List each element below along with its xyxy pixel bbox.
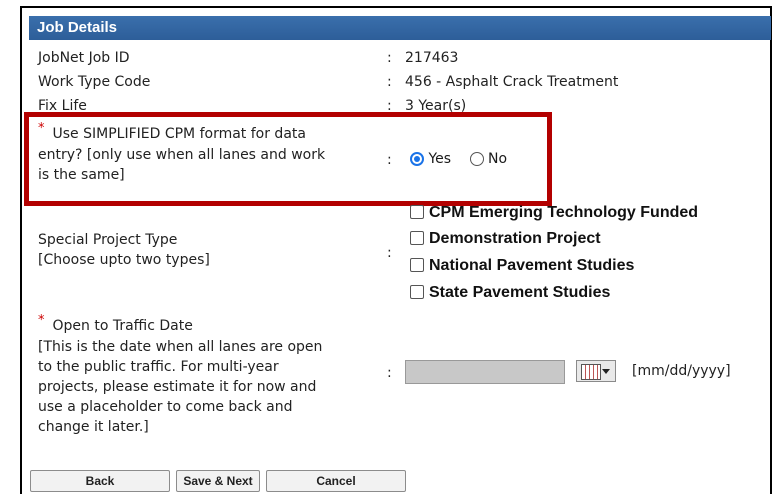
chevron-down-icon: [602, 369, 610, 374]
back-button[interactable]: Back: [30, 470, 170, 492]
special-project-label: Special Project Type [Choose upto two ty…: [38, 230, 210, 270]
special-project-option[interactable]: State Pavement Studies: [410, 283, 610, 303]
open-traffic-date-input[interactable]: [405, 360, 565, 384]
job-id-label: JobNet Job ID: [38, 50, 130, 66]
open-traffic-label-line: Open to Traffic Date: [52, 318, 193, 334]
job-id-value: 217463: [405, 50, 459, 66]
work-type-label: Work Type Code: [38, 74, 151, 90]
highlight-box: [24, 112, 552, 206]
open-traffic-label-line: use a placeholder to come back and: [38, 399, 293, 415]
section-header: Job Details: [29, 16, 771, 40]
save-next-button[interactable]: Save & Next: [176, 470, 260, 492]
date-format-hint: [mm/dd/yyyy]: [632, 363, 731, 379]
checkbox-label[interactable]: Demonstration Project: [429, 230, 601, 247]
open-traffic-label-line: [This is the date when all lanes are ope…: [38, 339, 323, 355]
checkbox[interactable]: [410, 205, 424, 219]
checkbox-label[interactable]: State Pavement Studies: [429, 284, 610, 301]
colon: :: [387, 365, 392, 381]
cancel-button[interactable]: Cancel: [266, 470, 406, 492]
special-project-option[interactable]: CPM Emerging Technology Funded: [410, 203, 698, 223]
colon: :: [387, 74, 392, 90]
open-traffic-label-line: to the public traffic. For multi-year: [38, 359, 279, 375]
special-project-option[interactable]: Demonstration Project: [410, 229, 601, 249]
work-type-value: 456 - Asphalt Crack Treatment: [405, 74, 619, 90]
open-traffic-label: * Open to Traffic Date [This is the date …: [38, 313, 323, 437]
required-marker: *: [38, 313, 45, 328]
colon: :: [387, 50, 392, 66]
calendar-picker-button[interactable]: [576, 360, 616, 382]
checkbox[interactable]: [410, 231, 424, 245]
checkbox-label[interactable]: National Pavement Studies: [429, 257, 634, 274]
checkbox[interactable]: [410, 258, 424, 272]
open-traffic-label-line: change it later.]: [38, 419, 149, 435]
open-traffic-label-line: projects, please estimate it for now and: [38, 379, 317, 395]
calendar-icon: [581, 364, 601, 380]
special-project-label-line: Special Project Type: [38, 232, 178, 248]
checkbox-label[interactable]: CPM Emerging Technology Funded: [429, 204, 698, 221]
checkbox[interactable]: [410, 285, 424, 299]
special-project-option[interactable]: National Pavement Studies: [410, 256, 634, 276]
colon: :: [387, 245, 392, 261]
special-project-label-line: [Choose upto two types]: [38, 252, 210, 268]
